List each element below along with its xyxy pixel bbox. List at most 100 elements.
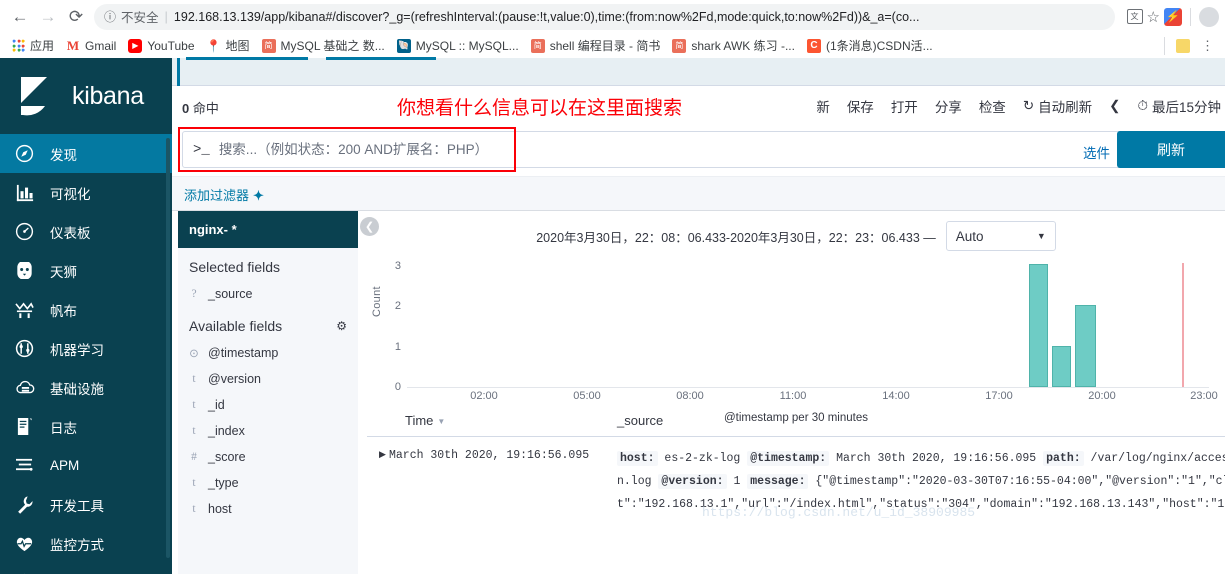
bookmark-label: Gmail <box>85 38 117 53</box>
sidebar-item-infrastructure[interactable]: 基础设施 <box>0 368 172 407</box>
available-fields-header: Available fields ⚙ <box>178 307 358 340</box>
inspect-button[interactable]: 检查 <box>979 96 1006 116</box>
sidebar-item-machine-learning[interactable]: 机器学习 <box>0 329 172 368</box>
toolbar-divider <box>1190 7 1191 26</box>
bookmark-apps[interactable]: 应用 <box>7 35 59 56</box>
field-item-score[interactable]: # _score <box>178 444 358 470</box>
bookmark-label: YouTube <box>147 38 195 53</box>
forward-button[interactable]: → <box>34 3 62 31</box>
chart-time-range: 2020年3月30日，22：08：06.433-2020年3月30日，22：23… <box>536 230 936 245</box>
field-type-icon: ⊙ <box>189 348 199 360</box>
column-label: _source <box>617 413 664 428</box>
bookmark-star-icon[interactable]: ☆ <box>1147 8 1160 26</box>
histogram-bar[interactable] <box>1075 305 1096 387</box>
new-button[interactable]: 新 <box>816 96 830 116</box>
sidebar-item-monitoring[interactable]: 监控方式 <box>0 524 172 563</box>
x-tick: 14:00 <box>882 390 910 402</box>
field-item-timestamp[interactable]: ⊙ @timestamp <box>178 340 358 366</box>
bookmark-awk[interactable]: 简 shark AWK 练习 -... <box>667 35 800 56</box>
share-button[interactable]: 分享 <box>935 96 962 116</box>
sidebar-item-discover[interactable]: 发现 <box>0 134 172 173</box>
x-tick: 23:00 <box>1190 390 1218 402</box>
back-button[interactable]: ← <box>6 3 34 31</box>
source-key: host: <box>617 451 658 466</box>
chevron-down-icon: ▼ <box>1036 231 1046 241</box>
gmail-icon: M <box>66 37 80 53</box>
auto-refresh-button[interactable]: ↻ 自动刷新 <box>1023 96 1092 116</box>
sidebar-item-dashboard[interactable]: 仪表板 <box>0 212 172 251</box>
field-item-version[interactable]: t @version <box>178 366 358 392</box>
chevron-left-icon[interactable]: ❮ <box>1109 98 1120 114</box>
field-item-host[interactable]: t host <box>178 496 358 522</box>
y-tick: 0 <box>394 381 401 393</box>
url-text: 192.168.13.139/app/kibana#/discover?_g=(… <box>173 9 920 24</box>
field-item-source[interactable]: ? _source <box>178 281 358 307</box>
sidebar-item-label: 可视化 <box>50 186 91 202</box>
bookmarks-divider <box>1164 36 1165 55</box>
histogram-bar[interactable] <box>1052 346 1071 387</box>
field-item-id[interactable]: t _id <box>178 392 358 418</box>
source-value: 1 <box>733 475 741 488</box>
time-range-picker[interactable]: ⏱ 最后15分钟 <box>1137 96 1221 116</box>
field-list-panel: nginx- * Selected fields ? _source Avail… <box>178 211 358 574</box>
bookmark-mysql-basics[interactable]: 简 MySQL 基础之 数... <box>257 35 390 56</box>
bookmark-gmail[interactable]: M Gmail <box>61 37 121 55</box>
sidebar-item-visualize[interactable]: 可视化 <box>0 173 172 212</box>
sidebar-item-apm[interactable]: APM <box>0 446 172 485</box>
refresh-button[interactable]: 刷新 <box>1117 131 1225 168</box>
interval-select[interactable]: Auto ▼ <box>945 221 1056 251</box>
y-axis-label: Count <box>371 286 383 317</box>
bookmarks-overflow-icon[interactable]: ⋮ <box>1197 38 1218 54</box>
translate-icon[interactable]: 文 <box>1126 9 1143 24</box>
column-header-source[interactable]: _source <box>612 413 663 428</box>
open-button[interactable]: 打开 <box>891 96 918 116</box>
wrench-icon <box>14 495 35 514</box>
sidebar-item-label: 监控方式 <box>50 537 104 553</box>
bookmark-folder[interactable] <box>1171 37 1195 55</box>
table-row[interactable]: ▶ March 30th 2020, 19:16:56.095 host: es… <box>367 437 1225 516</box>
sidebar-item-management[interactable]: 管理 <box>0 563 172 574</box>
sort-caret-icon: ▼ <box>437 417 446 427</box>
sidebar-scrollbar[interactable] <box>166 138 170 558</box>
bookmark-shell-guide[interactable]: 简 shell 编程目录 - 简书 <box>526 35 666 56</box>
documents-table: Time ▼ _source ▶ March 30th 2020, 19:16:5… <box>367 407 1225 520</box>
column-header-time[interactable]: Time ▼ <box>367 413 612 428</box>
bookmark-youtube[interactable]: ▶ YouTube <box>123 37 199 55</box>
bookmark-mysql-docs[interactable]: 🐚 MySQL :: MySQL... <box>392 37 524 55</box>
kibana-logo[interactable]: kibana <box>0 58 172 134</box>
field-item-index[interactable]: t _index <box>178 418 358 444</box>
sidebar-item-timelion[interactable]: 天狮 <box>0 251 172 290</box>
discover-actions: 新 保存 打开 分享 检查 ↻ 自动刷新 ❮ ⏱ 最后15分钟 <box>816 96 1225 116</box>
sidebar-item-dev-tools[interactable]: 开发工具 <box>0 485 172 524</box>
add-filter-button[interactable]: 添加过滤器 ✦ <box>184 185 264 204</box>
gear-icon[interactable]: ⚙ <box>336 319 347 333</box>
source-key: message: <box>747 474 809 489</box>
bookmark-csdn[interactable]: C (1条消息)CSDN活... <box>802 35 938 56</box>
kibana-mark-icon <box>17 75 59 117</box>
row-expand-icon[interactable]: ▶ <box>367 447 389 516</box>
compass-icon <box>14 144 35 163</box>
field-name: @timestamp <box>208 346 279 360</box>
sidebar-item-label: 日志 <box>50 420 77 436</box>
reload-button[interactable]: ⟳ <box>62 3 90 31</box>
mysql-icon: 🐚 <box>396 38 411 53</box>
monitoring-icon <box>14 535 35 553</box>
field-type-icon: t <box>192 477 196 489</box>
query-options-button[interactable]: 选件 <box>1083 142 1110 162</box>
plus-icon: ✦ <box>253 188 264 203</box>
bookmark-maps[interactable]: 📍 地图 <box>202 35 255 56</box>
save-button[interactable]: 保存 <box>847 96 874 116</box>
avatar[interactable] <box>1199 6 1219 27</box>
histogram-bar[interactable] <box>1029 264 1048 387</box>
index-pattern-selector[interactable]: nginx- * <box>178 211 358 248</box>
site-info-icon[interactable]: ⓘ <box>104 8 116 25</box>
source-key: @version: <box>658 474 727 489</box>
field-item-type[interactable]: t _type <box>178 470 358 496</box>
field-name: _source <box>208 287 253 301</box>
address-bar[interactable]: ⓘ 不安全 | 192.168.13.139/app/kibana#/disco… <box>94 3 1115 30</box>
sidebar-item-canvas[interactable]: 帆布 <box>0 290 172 329</box>
sidebar-item-logs[interactable]: 日志 <box>0 407 172 446</box>
extension-icon[interactable] <box>1164 7 1182 26</box>
query-row: >_ 选件 刷新 <box>172 126 1225 176</box>
row-source: host: es-2-zk-log @timestamp: March 30th… <box>612 447 1225 516</box>
